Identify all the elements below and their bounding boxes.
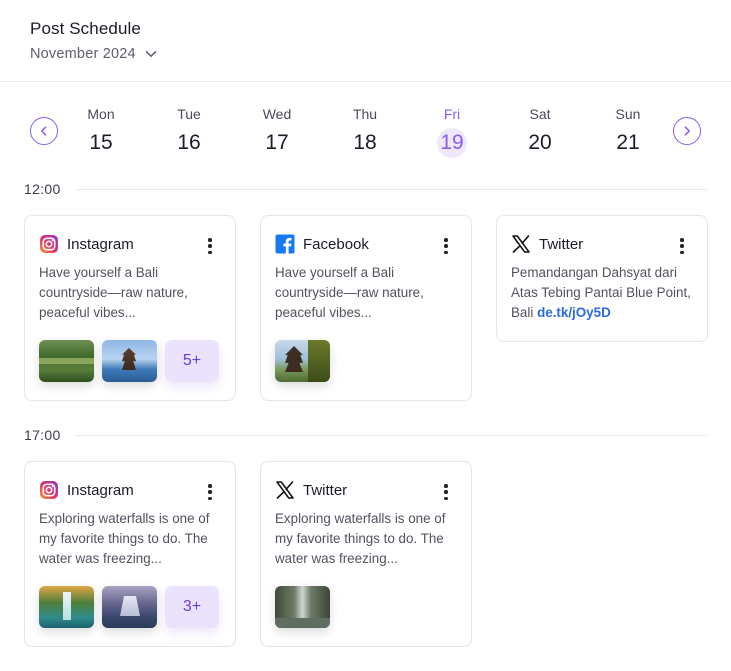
more-media-badge[interactable]: 5+ — [165, 340, 219, 382]
media-thumbnail[interactable] — [102, 340, 157, 382]
more-media-badge[interactable]: 3+ — [165, 586, 219, 628]
media-thumbnail[interactable] — [275, 340, 330, 382]
post-card[interactable]: Instagram Have yourself a Bali countrysi… — [24, 215, 236, 401]
card-header: Instagram — [39, 480, 134, 500]
page-title: Post Schedule — [30, 19, 141, 38]
time-label: 17:00 — [24, 427, 61, 443]
more-vertical-icon[interactable] — [203, 482, 217, 502]
post-card[interactable]: Twitter Pemandangan Dahsyat dari Atas Te… — [496, 215, 708, 342]
time-slot-header: 17:00 — [24, 426, 707, 444]
media-thumbnail[interactable] — [102, 586, 157, 628]
day-number: 17 — [265, 131, 289, 154]
day-sat[interactable]: Sat 20 — [510, 104, 570, 158]
x-twitter-icon — [511, 234, 531, 254]
post-caption: Have yourself a Bali countryside—raw nat… — [275, 265, 424, 320]
month-label: November 2024 — [30, 46, 136, 62]
time-label: 12:00 — [24, 181, 61, 197]
day-name: Tue — [177, 106, 201, 122]
post-caption: Pemandangan Dahsyat dari Atas Tebing Pan… — [511, 263, 697, 323]
divider — [76, 188, 707, 190]
post-caption: Have yourself a Bali countryside—raw nat… — [39, 265, 188, 320]
day-number: 21 — [616, 131, 640, 154]
divider — [76, 434, 707, 436]
day-name: Wed — [262, 106, 292, 122]
post-card[interactable]: Facebook Have yourself a Bali countrysid… — [260, 215, 472, 401]
month-dropdown[interactable]: November 2024 — [30, 46, 158, 62]
media-thumbnail[interactable] — [39, 340, 94, 382]
day-fri-selected[interactable]: Fri 19 — [422, 104, 482, 158]
page-header: Post Schedule November 2024 — [0, 0, 731, 82]
day-name: Mon — [87, 106, 115, 122]
media-thumbnail[interactable] — [39, 586, 94, 628]
day-wed[interactable]: Wed 17 — [247, 104, 307, 158]
prev-week-button[interactable] — [30, 117, 58, 145]
platform-name: Instagram — [67, 481, 134, 499]
week-strip: Mon 15 Tue 16 Wed 17 Thu 18 Fri 19 Sat 2… — [0, 96, 731, 164]
chevron-right-icon — [684, 126, 690, 136]
platform-name: Facebook — [303, 235, 369, 253]
time-slot-header: 12:00 — [24, 180, 707, 198]
chevron-down-icon — [144, 47, 158, 61]
more-vertical-icon[interactable] — [675, 236, 689, 256]
day-name: Thu — [352, 106, 378, 122]
card-header: Twitter — [275, 480, 347, 500]
platform-name: Twitter — [539, 235, 584, 253]
post-caption: Exploring waterfalls is one of my favori… — [39, 511, 210, 566]
more-vertical-icon[interactable] — [439, 236, 453, 256]
day-number: 15 — [89, 131, 113, 154]
next-week-button[interactable] — [673, 117, 701, 145]
day-mon[interactable]: Mon 15 — [71, 104, 131, 158]
day-name: Sat — [529, 106, 551, 122]
card-header: Facebook — [275, 234, 369, 254]
day-name: Fri — [443, 106, 461, 122]
post-card[interactable]: Instagram Exploring waterfalls is one of… — [24, 461, 236, 647]
facebook-icon — [275, 234, 295, 254]
post-caption: Exploring waterfalls is one of my favori… — [275, 511, 446, 566]
day-tue[interactable]: Tue 16 — [159, 104, 219, 158]
chevron-left-icon — [41, 126, 47, 136]
day-number: 20 — [528, 131, 552, 154]
day-number: 16 — [177, 131, 201, 154]
media-thumbnail[interactable] — [275, 586, 330, 628]
post-link[interactable]: de.tk/jOy5D — [537, 305, 611, 320]
instagram-icon — [39, 234, 59, 254]
card-header: Instagram — [39, 234, 134, 254]
instagram-icon — [39, 480, 59, 500]
media-thumbnails: 5+ — [39, 340, 219, 382]
media-thumbnails: 3+ — [39, 586, 219, 628]
media-thumbnails — [275, 586, 338, 628]
more-vertical-icon[interactable] — [439, 482, 453, 502]
platform-name: Instagram — [67, 235, 134, 253]
card-header: Twitter — [511, 234, 583, 254]
day-thu[interactable]: Thu 18 — [335, 104, 395, 158]
x-twitter-icon — [275, 480, 295, 500]
day-name: Sun — [615, 106, 641, 122]
platform-name: Twitter — [303, 481, 348, 499]
post-card[interactable]: Twitter Exploring waterfalls is one of m… — [260, 461, 472, 647]
day-number: 19 — [437, 128, 467, 158]
more-vertical-icon[interactable] — [203, 236, 217, 256]
media-thumbnails — [275, 340, 338, 382]
day-number: 18 — [353, 131, 377, 154]
day-sun[interactable]: Sun 21 — [598, 104, 658, 158]
